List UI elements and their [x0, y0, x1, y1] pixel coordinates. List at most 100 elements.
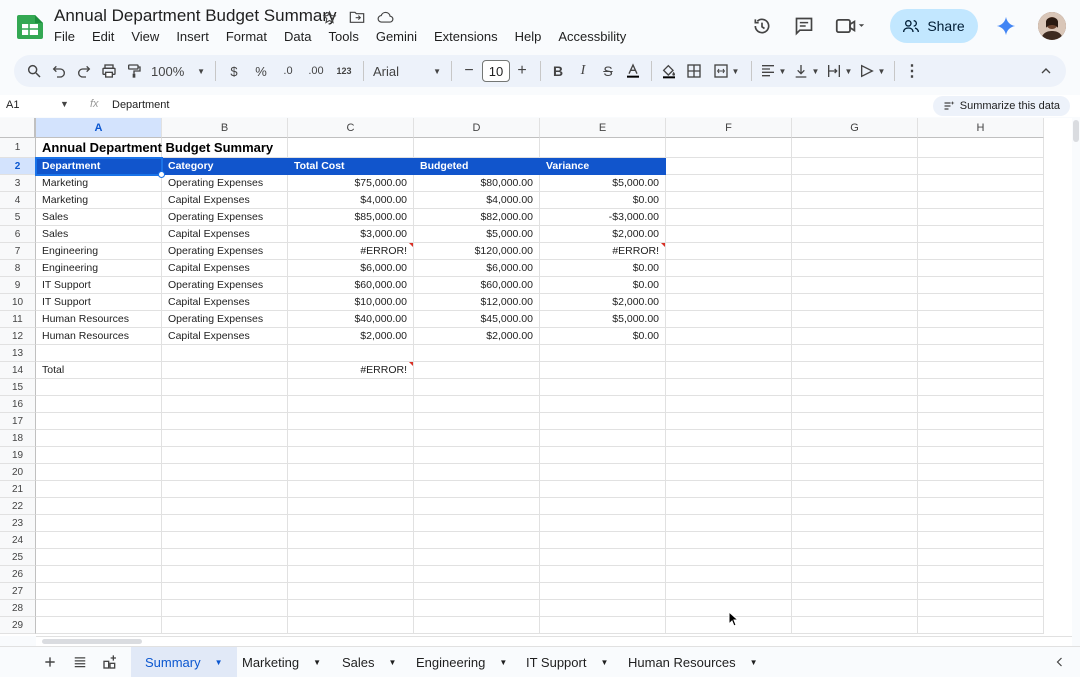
grid-cell[interactable] — [162, 481, 288, 498]
document-title[interactable]: Annual Department Budget Summary — [54, 6, 337, 26]
header-cell[interactable]: Total Cost — [288, 158, 414, 175]
grid-cell[interactable] — [540, 600, 666, 617]
scroll-thumb[interactable] — [42, 639, 142, 644]
grid-cell[interactable] — [792, 175, 918, 192]
share-button[interactable]: Share — [890, 9, 978, 43]
grid-cell[interactable] — [666, 345, 792, 362]
data-cell[interactable]: IT Support — [36, 294, 162, 311]
grid-cell[interactable] — [36, 430, 162, 447]
grid-cell[interactable] — [666, 583, 792, 600]
data-cell[interactable]: $5,000.00 — [540, 311, 666, 328]
grid-cell[interactable] — [414, 345, 540, 362]
grid-cell[interactable] — [414, 498, 540, 515]
borders-icon[interactable] — [682, 59, 706, 83]
text-rotation-icon[interactable]: ▼ — [856, 59, 888, 83]
row-header[interactable]: 14 — [0, 362, 36, 379]
grid-cell[interactable] — [414, 464, 540, 481]
grid-cell[interactable] — [162, 379, 288, 396]
account-avatar[interactable] — [1038, 12, 1066, 40]
data-cell[interactable]: Human Resources — [36, 328, 162, 345]
grid-cell[interactable] — [666, 158, 792, 175]
sheet-tab-engineering[interactable]: Engineering ▼ — [402, 647, 521, 677]
sheet-tab-it-support[interactable]: IT Support ▼ — [512, 647, 622, 677]
grid-cell[interactable] — [918, 138, 1044, 158]
grid-cell[interactable] — [666, 464, 792, 481]
grid-cell[interactable] — [540, 549, 666, 566]
grid-cell[interactable] — [162, 362, 288, 379]
grid-cell[interactable] — [666, 277, 792, 294]
grid-cell[interactable] — [918, 243, 1044, 260]
sheet-tab-marketing[interactable]: Marketing ▼ — [228, 647, 335, 677]
grid-cell[interactable] — [792, 413, 918, 430]
grid-cell[interactable] — [918, 600, 1044, 617]
grid-cell[interactable] — [288, 345, 414, 362]
data-cell[interactable]: Capital Expenses — [162, 328, 288, 345]
grid-cell[interactable] — [540, 583, 666, 600]
grid-cell[interactable] — [918, 481, 1044, 498]
grid-cell[interactable] — [918, 209, 1044, 226]
header-cell[interactable]: Department — [36, 158, 162, 175]
header-cell[interactable]: Variance — [540, 158, 666, 175]
grid-cell[interactable] — [288, 447, 414, 464]
row-header[interactable]: 9 — [0, 277, 36, 294]
row-header[interactable]: 17 — [0, 413, 36, 430]
text-wrapping-icon[interactable]: ▼ — [823, 59, 855, 83]
grid-cell[interactable] — [918, 158, 1044, 175]
data-cell[interactable]: $80,000.00 — [414, 175, 540, 192]
grid-cell[interactable] — [162, 617, 288, 634]
row-header[interactable]: 24 — [0, 532, 36, 549]
grid-cell[interactable] — [918, 532, 1044, 549]
data-cell[interactable]: Operating Expenses — [162, 175, 288, 192]
grid-cell[interactable] — [918, 583, 1044, 600]
grid-cell[interactable] — [288, 600, 414, 617]
menu-insert[interactable]: Insert — [176, 29, 217, 44]
grid-cell[interactable] — [918, 498, 1044, 515]
data-cell[interactable]: $2,000.00 — [540, 226, 666, 243]
grid-cell[interactable] — [792, 498, 918, 515]
data-cell[interactable]: IT Support — [36, 277, 162, 294]
grid-cell[interactable] — [792, 430, 918, 447]
grid-cell[interactable] — [792, 447, 918, 464]
font-size-input[interactable]: 10 — [482, 60, 510, 82]
data-cell[interactable]: $120,000.00 — [414, 243, 540, 260]
grid-cell[interactable] — [918, 311, 1044, 328]
row-header[interactable]: 25 — [0, 549, 36, 566]
grid-cell[interactable] — [918, 226, 1044, 243]
grid-cell[interactable] — [918, 328, 1044, 345]
horizontal-scrollbar[interactable] — [36, 636, 1072, 646]
grid-cell[interactable] — [288, 566, 414, 583]
grid-cell[interactable] — [414, 379, 540, 396]
grid-cell[interactable] — [288, 498, 414, 515]
grid-cell[interactable] — [414, 138, 540, 158]
grid-cell[interactable] — [36, 447, 162, 464]
grid-cell[interactable] — [918, 345, 1044, 362]
grid-cell[interactable] — [792, 396, 918, 413]
grid-cell[interactable] — [666, 328, 792, 345]
grid-cell[interactable] — [666, 138, 792, 158]
fill-color-icon[interactable] — [657, 59, 681, 83]
row-header[interactable]: 13 — [0, 345, 36, 362]
grid-cell[interactable] — [792, 617, 918, 634]
data-cell[interactable]: $40,000.00 — [288, 311, 414, 328]
row-header[interactable]: 10 — [0, 294, 36, 311]
formula-input[interactable]: Department — [112, 99, 169, 111]
grid-cell[interactable] — [792, 158, 918, 175]
zoom-select[interactable]: 100% ▼ — [147, 59, 209, 83]
grid-cell[interactable] — [666, 362, 792, 379]
data-cell[interactable]: $85,000.00 — [288, 209, 414, 226]
grid-cell[interactable] — [666, 175, 792, 192]
grid-cell[interactable] — [918, 294, 1044, 311]
grid-cell[interactable] — [918, 260, 1044, 277]
grid-cell[interactable] — [540, 379, 666, 396]
grid-cell[interactable] — [540, 464, 666, 481]
grid-cell[interactable] — [792, 379, 918, 396]
grid-cell[interactable] — [792, 192, 918, 209]
row-header[interactable]: 11 — [0, 311, 36, 328]
grid-cell[interactable] — [36, 566, 162, 583]
data-cell[interactable]: Operating Expenses — [162, 311, 288, 328]
grid-cell[interactable] — [666, 481, 792, 498]
grid-cell[interactable] — [792, 294, 918, 311]
data-cell[interactable]: $60,000.00 — [288, 277, 414, 294]
grid-cell[interactable] — [918, 175, 1044, 192]
name-box[interactable]: A1 — [6, 99, 19, 111]
